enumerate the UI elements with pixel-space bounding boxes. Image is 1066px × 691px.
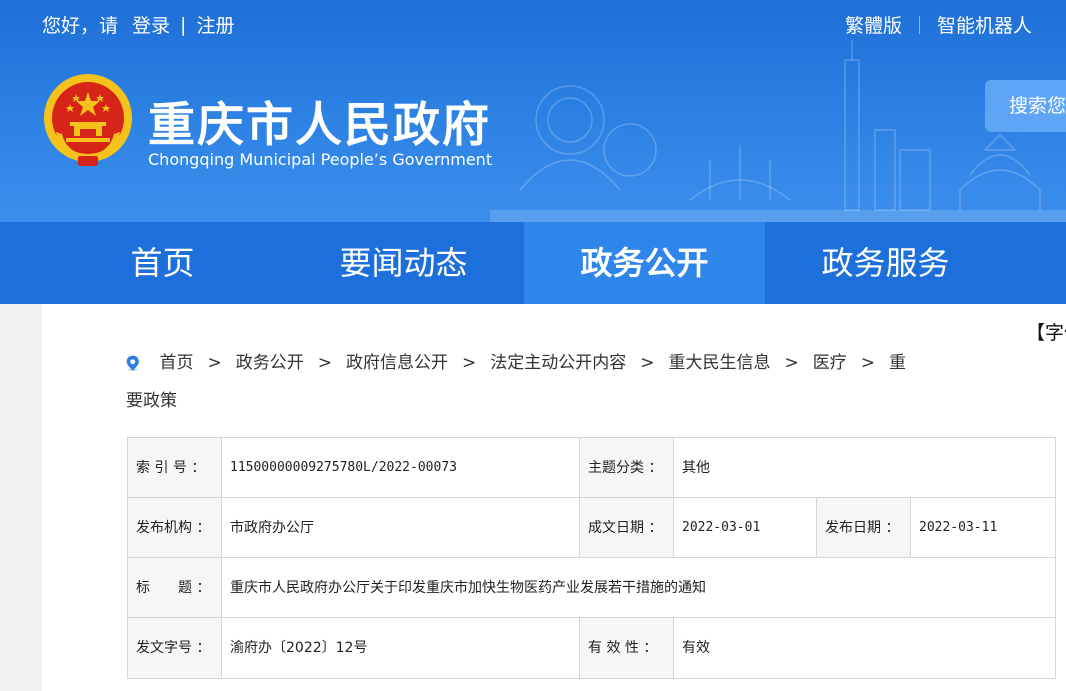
- document-number-label: 发文字号 ：: [128, 618, 222, 678]
- breadcrumb-separator: >: [317, 353, 332, 373]
- traditional-chinese-link[interactable]: 繁體版: [845, 11, 902, 38]
- nav-news[interactable]: 要闻动态: [283, 222, 524, 304]
- index-number-value: 11500000009275780L/2022-00073: [222, 438, 580, 498]
- greeting-text: 您好，请: [42, 15, 119, 37]
- breadcrumb-separator: >: [207, 353, 222, 373]
- breadcrumb-statutory-content[interactable]: 法定主动公开内容: [490, 344, 626, 382]
- site-title-english: Chongqing Municipal People’s Government: [148, 150, 493, 169]
- city-skyline-illustration: [490, 40, 1066, 222]
- publishing-org-value: 市政府办公厅: [222, 498, 580, 558]
- location-pin-icon: [126, 355, 139, 371]
- title-label: 标 题 ：: [128, 558, 222, 618]
- publishing-org-label: 发布机构 ：: [128, 498, 222, 558]
- breadcrumb-separator: >: [860, 353, 875, 373]
- search-button-label: 搜索您: [1009, 95, 1066, 117]
- breadcrumb-medical[interactable]: 医疗: [813, 344, 847, 382]
- nav-government-services[interactable]: 政务服务: [765, 222, 1006, 304]
- register-link[interactable]: 注册: [196, 11, 234, 38]
- created-date-value: 2022-03-01: [674, 498, 817, 558]
- breadcrumb-separator: >: [462, 353, 477, 373]
- breadcrumb-separator: >: [640, 353, 655, 373]
- breadcrumb-continuation[interactable]: 要政策: [126, 382, 906, 420]
- index-number-label: 索 引 号 ：: [128, 438, 222, 498]
- font-size-control[interactable]: 【字体: [1026, 318, 1066, 345]
- link-separator: |: [180, 13, 187, 36]
- user-links: 您好，请 登录 | 注册: [42, 11, 248, 38]
- login-link[interactable]: 登录: [132, 11, 170, 38]
- topic-category-label: 主题分类 ：: [580, 438, 674, 498]
- site-title[interactable]: 重庆市人民政府: [148, 86, 491, 155]
- breadcrumb-major-policy[interactable]: 重: [889, 344, 906, 382]
- topic-category-value: 其他: [674, 438, 1055, 498]
- nav-home[interactable]: 首页: [42, 222, 283, 304]
- nav-government-affairs[interactable]: 政务公开: [524, 222, 765, 304]
- created-date-label: 成文日期 ：: [580, 498, 674, 558]
- top-right-links: 繁體版 智能机器人: [845, 11, 1032, 38]
- published-date-value: 2022-03-11: [911, 498, 1055, 558]
- search-button[interactable]: 搜索您: [985, 80, 1066, 132]
- breadcrumb-info-disclosure[interactable]: 政府信息公开: [346, 344, 448, 382]
- breadcrumb-government-affairs[interactable]: 政务公开: [236, 344, 304, 382]
- breadcrumb-livelihood-info[interactable]: 重大民生信息: [669, 344, 771, 382]
- main-nav: 首页 要闻动态 政务公开 政务服务: [0, 222, 1066, 304]
- breadcrumb-row: 首页 > 政务公开 > 政府信息公开 > 法定主动公开内容 > 重大民生信息 >…: [126, 344, 906, 382]
- document-number-value: 渝府办〔2022〕12号: [222, 618, 580, 678]
- published-date-label: 发布日期 ：: [817, 498, 911, 558]
- validity-label: 有 效 性 ：: [580, 618, 674, 678]
- smart-robot-link[interactable]: 智能机器人: [937, 11, 1032, 38]
- breadcrumb-home[interactable]: 首页: [160, 344, 194, 382]
- breadcrumb: 首页 > 政务公开 > 政府信息公开 > 法定主动公开内容 > 重大民生信息 >…: [126, 344, 906, 420]
- title-value: 重庆市人民政府办公厅关于印发重庆市加快生物医药产业发展若干措施的通知: [222, 558, 1055, 618]
- validity-value: 有效: [682, 640, 710, 656]
- top-divider: [918, 15, 920, 34]
- breadcrumb-separator: >: [784, 353, 799, 373]
- national-emblem-icon[interactable]: [42, 72, 134, 168]
- site-header: 您好，请 登录 | 注册 繁體版 智能机器人 重庆市人民政府 Chongqing…: [0, 0, 1066, 222]
- document-info-table: 索 引 号 ： 11500000009275780L/2022-00073 主题…: [127, 437, 1056, 679]
